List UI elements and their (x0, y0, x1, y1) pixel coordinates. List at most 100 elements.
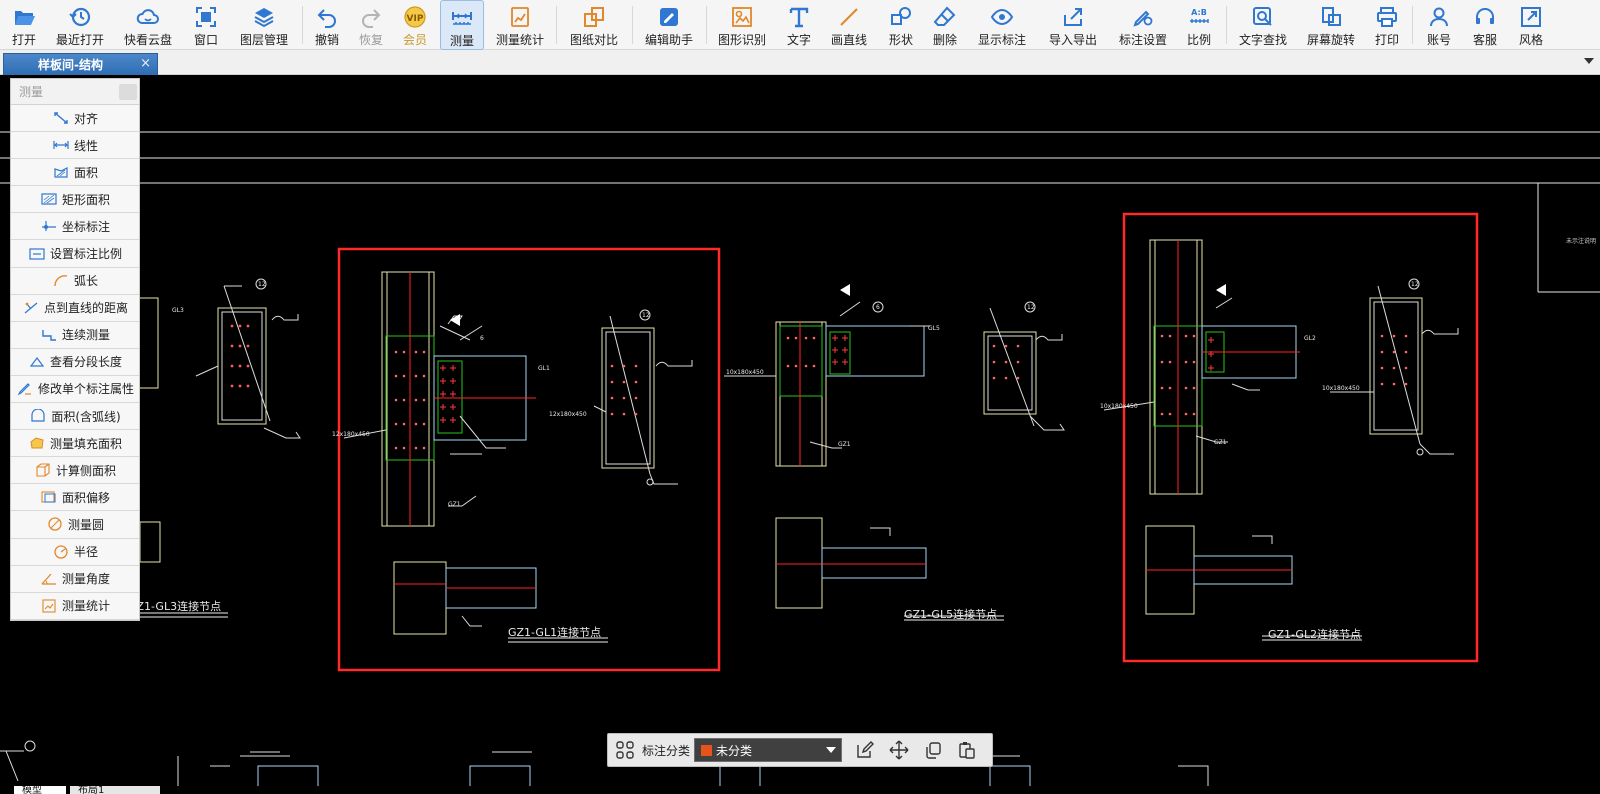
measure-fill-area-item[interactable]: 测量填充面积 (11, 430, 139, 458)
measure-arc-area-item[interactable]: 面积(含弧线) (11, 403, 139, 431)
cloud-button[interactable]: 快看云盘 (120, 0, 176, 50)
detail-gl3-partial (127, 278, 301, 618)
copy-annotation-icon[interactable] (916, 734, 950, 766)
measure-edit-property-item[interactable]: 修改单个标注属性 (11, 375, 139, 404)
area-icon (52, 165, 70, 179)
measure-align-item[interactable]: 对齐 (11, 105, 139, 133)
scale-button[interactable]: A:B 比例 (1182, 0, 1216, 50)
account-button[interactable]: 账号 (1422, 0, 1456, 50)
service-button[interactable]: 客服 (1468, 0, 1502, 50)
style-expand-icon (1521, 7, 1541, 27)
ruler-icon (452, 12, 472, 25)
measure-set-scale-item[interactable]: 设置标注比例 (11, 240, 139, 268)
import-export-button[interactable]: 导入导出 (1044, 0, 1102, 50)
edit-anno-property-icon (16, 382, 34, 396)
measure-linear-item[interactable]: 线性 (11, 132, 139, 160)
redo-icon (362, 9, 381, 28)
gl1-column-bolts (394, 350, 638, 450)
annotation-category-select[interactable]: 未分类 (694, 738, 843, 762)
arc-area-icon (29, 409, 47, 423)
measure-stats-item[interactable]: 测量统计 (11, 592, 139, 620)
radius-icon (52, 544, 70, 559)
text-search-button[interactable]: 文字查找 (1234, 0, 1292, 50)
vip-button[interactable]: VIP 会员 (398, 0, 432, 50)
frame-lines (0, 131, 1600, 293)
measure-stats-button[interactable]: 测量统计 (492, 0, 548, 50)
screen-rotate-button[interactable]: 屏幕旋转 (1302, 0, 1360, 50)
measure-radius-item[interactable]: 半径 (11, 538, 139, 566)
rect-area-icon (40, 192, 58, 206)
draw-line-button[interactable]: 画直线 (826, 0, 872, 50)
measure-coordinate-item[interactable]: 坐标标注 (11, 213, 139, 241)
cad-drawing: 未示注说明 GZ1-GL3连接节点 GL3 12 GZ1-GL1连接节点 GL1… (0, 131, 1600, 789)
close-tab-icon[interactable]: × (140, 56, 151, 71)
measure-segment-length-item[interactable]: 查看分段长度 (11, 348, 139, 376)
svg-text:A:B: A:B (1191, 8, 1207, 17)
measure-area-offset-item[interactable]: 面积偏移 (11, 484, 139, 512)
tab-list-dropdown-icon[interactable] (1583, 55, 1595, 67)
measure-area-item[interactable]: 面积 (11, 159, 139, 187)
tab-layout1[interactable]: 布局1 (70, 786, 160, 794)
measure-angle-item[interactable]: 测量角度 (11, 565, 139, 593)
measure-arc-length-item[interactable]: 弧长 (11, 267, 139, 295)
measure-point-line-item[interactable]: 点到直线的距离 (11, 294, 139, 322)
screen-rotate-icon (1322, 7, 1341, 26)
scale-ratio-icon: A:B (1190, 8, 1209, 23)
shape-recognize-button[interactable]: 图形识别 (714, 0, 770, 50)
redo-button[interactable]: 恢复 (354, 0, 388, 50)
measure-continuous-item[interactable]: 连续测量 (11, 321, 139, 349)
measure-side-area-item[interactable]: 计算侧面积 (11, 457, 139, 485)
compare-button[interactable]: 图纸对比 (566, 0, 622, 50)
text-search-icon (1253, 7, 1272, 26)
app-window: 打开 最近打开 快看云盘 窗口 图层管理 撤销 恢复 VIP 会员 测量 测量统… (0, 0, 1600, 794)
compare-sheets-icon (584, 7, 604, 27)
undo-button[interactable]: 撤销 (310, 0, 344, 50)
import-export-icon (1064, 8, 1082, 26)
window-button[interactable]: 窗口 (188, 0, 224, 50)
label-circle-6-a: 6 (480, 335, 484, 342)
measure-rect-area-item[interactable]: 矩形面积 (11, 186, 139, 214)
annotation-category-value: 未分类 (716, 743, 753, 758)
gl5-bolts (832, 335, 848, 365)
align-measure-icon (52, 111, 70, 125)
segment-length-icon (28, 355, 46, 369)
tab-model[interactable]: 模型 (14, 786, 66, 794)
paste-annotation-icon[interactable] (950, 734, 984, 766)
set-scale-icon (28, 247, 46, 261)
recent-button[interactable]: 最近打开 (52, 0, 108, 50)
anno-settings-icon (1133, 10, 1153, 27)
grid-apps-icon[interactable] (608, 734, 642, 766)
measure-button[interactable]: 测量 (440, 0, 484, 50)
shapes-button[interactable]: 形状 (884, 0, 918, 50)
gl1-bolts (440, 365, 456, 423)
document-tab[interactable]: 样板间-结构 × (3, 53, 158, 75)
label-bolt-e: 10x180x450 (1322, 385, 1360, 392)
edit-annotation-icon[interactable] (848, 734, 882, 766)
text-button[interactable]: 文字 (782, 0, 816, 50)
drawing-canvas[interactable]: 未示注说明 GZ1-GL3连接节点 GL3 12 GZ1-GL1连接节点 GL1… (0, 76, 1600, 794)
annotation-settings-button[interactable]: 标注设置 (1114, 0, 1172, 50)
detail-gl2 (1103, 239, 1459, 641)
coordinate-icon (40, 219, 58, 233)
measure-circle-item[interactable]: 测量圆 (11, 511, 139, 539)
layers-icon (254, 8, 274, 28)
show-annotation-button[interactable]: 显示标注 (972, 0, 1032, 50)
label-bolt-b: 12x180x450 (549, 411, 587, 418)
user-icon (1430, 7, 1448, 27)
measure-tool-panel: 测量 对齐 线性 面积 矩形面积 坐标标注 设置标注比例 弧长 点到直线的距离 … (10, 78, 140, 621)
layers-button[interactable]: 图层管理 (236, 0, 292, 50)
delete-button[interactable]: 删除 (928, 0, 962, 50)
detail-gl1 (343, 271, 693, 643)
move-annotation-icon[interactable] (882, 734, 916, 766)
edit-assist-icon (660, 8, 678, 26)
style-button[interactable]: 风格 (1514, 0, 1548, 50)
gl2-flag-mark (1216, 284, 1226, 296)
open-button[interactable]: 打开 (4, 0, 44, 50)
point-line-distance-icon (22, 301, 40, 315)
edit-assist-button[interactable]: 编辑助手 (640, 0, 698, 50)
print-button[interactable]: 打印 (1370, 0, 1404, 50)
toolbar-separator (632, 6, 633, 44)
folder-open-icon (14, 11, 35, 25)
panel-pin-icon[interactable] (119, 84, 137, 100)
area-offset-icon (40, 490, 58, 504)
